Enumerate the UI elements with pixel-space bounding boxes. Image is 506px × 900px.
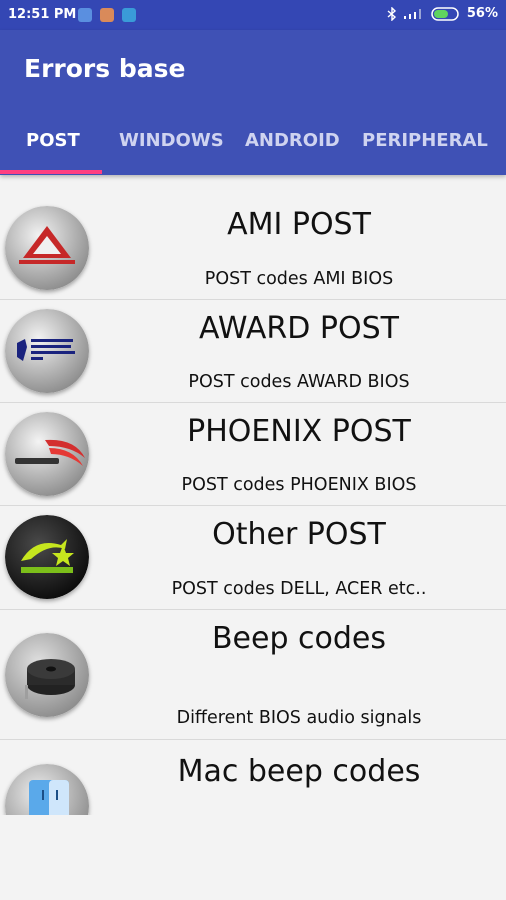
item-subtitle: POST codes AWARD BIOS	[188, 372, 410, 392]
item-subtitle: POST codes PHOENIX BIOS	[181, 475, 417, 495]
list-item-beep-codes[interactable]: Beep codes Different BIOS audio signals	[0, 609, 506, 740]
list-item-award-post[interactable]: AWARD POST POST codes AWARD BIOS	[0, 299, 506, 403]
item-subtitle: POST codes AMI BIOS	[204, 269, 394, 289]
notification-icon-blue	[78, 8, 92, 22]
notification-icon-teal	[122, 8, 136, 22]
list-item-mac-beep-codes[interactable]: Mac beep codes	[0, 740, 506, 815]
tab-android[interactable]: ANDROID	[245, 130, 340, 151]
page-title: Errors base	[24, 54, 186, 83]
battery-percent: 56%	[466, 6, 498, 21]
item-subtitle: POST codes DELL, ACER etc..	[171, 579, 427, 599]
item-title: AWARD POST	[199, 311, 399, 346]
status-bar: 12:51 PM 56%	[0, 0, 506, 30]
tab-windows[interactable]: WINDOWS	[119, 130, 224, 151]
item-title: AMI POST	[227, 207, 371, 242]
bluetooth-icon	[387, 6, 396, 21]
app-bar: Errors base POST WINDOWS ANDROID PERIPHE…	[0, 30, 506, 175]
tab-post[interactable]: POST	[26, 130, 80, 151]
signal-icon	[403, 8, 421, 19]
notification-icon-orange	[100, 8, 114, 22]
tab-indicator	[0, 170, 102, 174]
item-title: Beep codes	[211, 621, 387, 656]
energy-star-logo-icon	[5, 515, 89, 599]
list-item-ami-post[interactable]: AMI POST POST codes AMI BIOS	[0, 195, 506, 300]
phoenix-logo-icon	[5, 412, 89, 496]
mac-finder-icon	[5, 764, 89, 815]
buzzer-icon	[5, 633, 89, 717]
tab-peripheral[interactable]: PERIPHERAL	[362, 130, 488, 151]
item-title: PHOENIX POST	[187, 414, 411, 449]
item-title: Other POST	[212, 517, 386, 552]
list-item-other-post[interactable]: Other POST POST codes DELL, ACER etc..	[0, 505, 506, 610]
item-subtitle: Different BIOS audio signals	[176, 708, 422, 728]
list-item-phoenix-post[interactable]: PHOENIX POST POST codes PHOENIX BIOS	[0, 402, 506, 506]
item-title: Mac beep codes	[177, 754, 421, 789]
error-list: AMI POST POST codes AMI BIOS AWARD POST …	[0, 175, 506, 815]
award-logo-icon	[5, 309, 89, 393]
status-time: 12:51 PM	[8, 7, 77, 22]
ami-logo-icon	[5, 206, 89, 290]
battery-icon	[431, 6, 459, 21]
